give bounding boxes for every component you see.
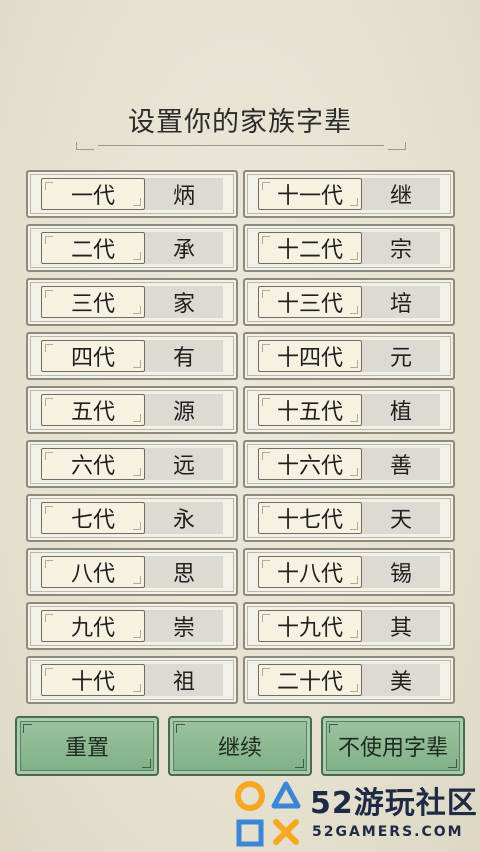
- watermark-subtitle: 52GAMERS.COM: [312, 824, 464, 840]
- generation-row[interactable]: 六代远: [26, 440, 238, 488]
- generation-row[interactable]: 三代家: [26, 278, 238, 326]
- generation-label: 八代: [41, 556, 145, 588]
- watermark: 52游玩社区 52GAMERS.COM: [230, 776, 480, 852]
- generation-row[interactable]: 十一代继: [243, 170, 455, 218]
- generation-row[interactable]: 十七代天: [243, 494, 455, 542]
- generation-character-field[interactable]: 思: [145, 556, 223, 588]
- title-divider: [76, 142, 406, 150]
- generation-row[interactable]: 一代炳: [26, 170, 238, 218]
- generation-character-field[interactable]: 美: [362, 664, 440, 696]
- generation-label: 十代: [41, 664, 145, 696]
- watermark-logo-icon: [235, 781, 301, 847]
- generation-label: 二代: [41, 232, 145, 264]
- generation-character-field[interactable]: 其: [362, 610, 440, 642]
- generation-row[interactable]: 二十代美: [243, 656, 455, 704]
- generation-row[interactable]: 十代祖: [26, 656, 238, 704]
- generation-label: 十四代: [258, 340, 362, 372]
- screen: 设置你的家族字辈 一代炳二代承三代家四代有五代源六代远七代永八代思九代崇十代祖十…: [0, 0, 480, 852]
- generation-label: 十六代: [258, 448, 362, 480]
- reset-button[interactable]: 重置: [15, 716, 159, 776]
- generation-character-field[interactable]: 宗: [362, 232, 440, 264]
- generation-character-field[interactable]: 源: [145, 394, 223, 426]
- generation-row[interactable]: 八代思: [26, 548, 238, 596]
- skip-surname-button[interactable]: 不使用字辈: [321, 716, 465, 776]
- generation-character-field[interactable]: 远: [145, 448, 223, 480]
- generation-row[interactable]: 十三代培: [243, 278, 455, 326]
- divider-ornament-right: [388, 142, 406, 150]
- generation-character-field[interactable]: 永: [145, 502, 223, 534]
- generation-row[interactable]: 二代承: [26, 224, 238, 272]
- generation-label: 七代: [41, 502, 145, 534]
- generation-row[interactable]: 四代有: [26, 332, 238, 380]
- generation-label: 六代: [41, 448, 145, 480]
- generation-character-field[interactable]: 锡: [362, 556, 440, 588]
- divider-ornament-left: [76, 142, 94, 150]
- generation-character-field[interactable]: 崇: [145, 610, 223, 642]
- page-title: 设置你的家族字辈: [128, 107, 352, 138]
- generation-row[interactable]: 十四代元: [243, 332, 455, 380]
- generation-label: 十八代: [258, 556, 362, 588]
- generation-label: 九代: [41, 610, 145, 642]
- generation-character-field[interactable]: 天: [362, 502, 440, 534]
- generation-label: 十一代: [258, 178, 362, 210]
- generation-row[interactable]: 七代永: [26, 494, 238, 542]
- generation-label: 五代: [41, 394, 145, 426]
- generation-row[interactable]: 十八代锡: [243, 548, 455, 596]
- generation-row[interactable]: 十二代宗: [243, 224, 455, 272]
- continue-button[interactable]: 继续: [168, 716, 312, 776]
- generation-label: 十二代: [258, 232, 362, 264]
- generation-character-field[interactable]: 家: [145, 286, 223, 318]
- generation-label: 四代: [41, 340, 145, 372]
- generation-row[interactable]: 十五代植: [243, 386, 455, 434]
- generation-label: 十九代: [258, 610, 362, 642]
- generation-character-field[interactable]: 祖: [145, 664, 223, 696]
- generation-label: 二十代: [258, 664, 362, 696]
- generation-character-field[interactable]: 元: [362, 340, 440, 372]
- generation-row[interactable]: 九代崇: [26, 602, 238, 650]
- generation-character-field[interactable]: 善: [362, 448, 440, 480]
- generation-row[interactable]: 十六代善: [243, 440, 455, 488]
- generation-character-field[interactable]: 炳: [145, 178, 223, 210]
- generation-label: 十三代: [258, 286, 362, 318]
- generation-character-field[interactable]: 继: [362, 178, 440, 210]
- divider-bar: [98, 145, 384, 146]
- generation-character-field[interactable]: 承: [145, 232, 223, 264]
- generation-character-field[interactable]: 培: [362, 286, 440, 318]
- generation-row[interactable]: 十九代其: [243, 602, 455, 650]
- generation-character-field[interactable]: 植: [362, 394, 440, 426]
- generation-label: 一代: [41, 178, 145, 210]
- generation-label: 三代: [41, 286, 145, 318]
- generation-row[interactable]: 五代源: [26, 386, 238, 434]
- watermark-title: 52游玩社区: [310, 786, 478, 821]
- generation-label: 十五代: [258, 394, 362, 426]
- generation-label: 十七代: [258, 502, 362, 534]
- generation-character-field[interactable]: 有: [145, 340, 223, 372]
